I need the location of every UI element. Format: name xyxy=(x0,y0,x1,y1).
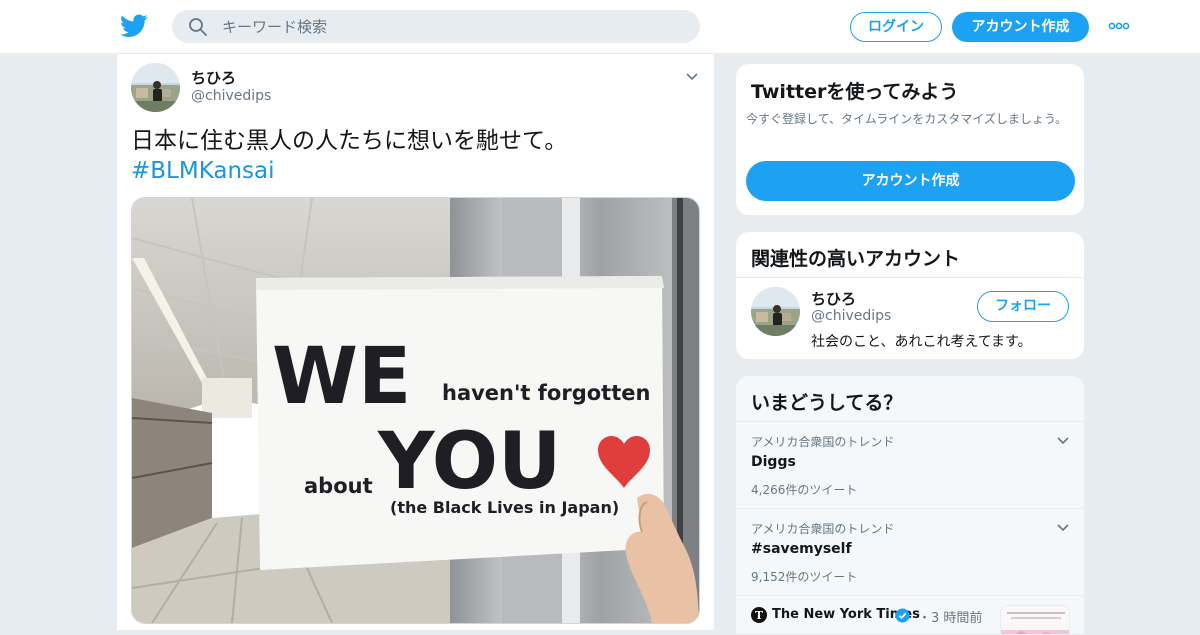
author-handle[interactable]: @chivedips xyxy=(191,88,271,104)
login-button[interactable]: ログイン xyxy=(850,12,942,42)
signup-button[interactable]: アカウント作成 xyxy=(952,12,1089,42)
search-icon xyxy=(189,18,207,36)
chevron-down-icon[interactable] xyxy=(685,72,699,82)
trend-item[interactable]: アメリカ合衆国のトレンド Diggs 4,266件のツイート xyxy=(736,421,1084,508)
news-thumbnail[interactable] xyxy=(1000,605,1070,634)
sign-text-about: about xyxy=(304,474,373,498)
create-account-button[interactable]: アカウント作成 xyxy=(746,161,1075,201)
chevron-down-icon[interactable] xyxy=(1056,523,1070,533)
sign-text-haventforgotten: haven't forgotten xyxy=(442,381,650,405)
trend-item[interactable]: アメリカ合衆国のトレンド #savemyself 9,152件のツイート xyxy=(736,508,1084,595)
hashtag-link[interactable]: #BLMKansai xyxy=(131,156,275,186)
news-item[interactable]: T The New York Times ・3 時間前 xyxy=(736,595,1084,634)
trends-title: いまどうしてる？ xyxy=(751,392,903,414)
signup-card: Twitterを使ってみよう 今すぐ登録して、タイムラインをカスタマイズしましょ… xyxy=(735,63,1085,216)
author-avatar[interactable] xyxy=(131,63,180,112)
sign-text-sub: (the Black Lives in Japan) xyxy=(390,498,619,517)
trend-context: アメリカ合衆国のトレンド xyxy=(751,522,895,536)
more-dots-icon[interactable] xyxy=(1108,20,1130,32)
related-accounts-title: 関連性の高いアカウント xyxy=(751,248,961,270)
trend-tweet-count: 9,152件のツイート xyxy=(751,570,858,584)
news-time: ・3 時間前 xyxy=(918,607,982,626)
tweet-card: ちひろ @chivedips 日本に住む黒人の人たちに想いを馳せて。 #BLMK… xyxy=(116,54,715,630)
trend-context: アメリカ合衆国のトレンド xyxy=(751,435,895,449)
related-account-avatar[interactable] xyxy=(751,287,800,336)
signup-card-description: 今すぐ登録して、タイムラインをカスタマイズしましょう。 xyxy=(746,112,1068,126)
trend-name[interactable]: Diggs xyxy=(751,454,796,470)
divider xyxy=(736,277,1084,278)
tweet-photo[interactable]: WE haven't forgotten about YOU (the Blac… xyxy=(131,197,700,624)
sign-text-we: WE xyxy=(272,332,411,422)
trend-name[interactable]: #savemyself xyxy=(751,541,852,557)
tweet-text: 日本に住む黒人の人たちに想いを馳せて。 xyxy=(131,128,568,154)
related-account-name[interactable]: ちひろ xyxy=(811,288,856,309)
signup-card-title: Twitterを使ってみよう xyxy=(751,81,959,103)
news-separator: ・ xyxy=(918,611,932,626)
search-box[interactable] xyxy=(172,10,700,43)
related-account-bio: 社会のこと、あれこれ考えてます。 xyxy=(811,334,1032,350)
top-navigation-bar: ログイン アカウント作成 xyxy=(0,0,1200,54)
trend-tweet-count: 4,266件のツイート xyxy=(751,483,858,497)
news-timestamp: 3 時間前 xyxy=(931,611,983,626)
search-input[interactable] xyxy=(222,10,682,43)
svg-text:T: T xyxy=(755,609,764,622)
trends-card: いまどうしてる？ アメリカ合衆国のトレンド Diggs 4,266件のツイート … xyxy=(735,375,1085,635)
nyt-logo-icon: T xyxy=(751,607,767,623)
twitter-logo-icon[interactable] xyxy=(120,13,148,39)
related-accounts-card: 関連性の高いアカウント ちひろ @chivedips 社会のこと、あれこれ考えて… xyxy=(735,231,1085,360)
author-name[interactable]: ちひろ xyxy=(191,67,236,88)
sign-text-you: YOU xyxy=(377,417,561,507)
verified-badge-icon xyxy=(895,608,910,623)
chevron-down-icon[interactable] xyxy=(1056,436,1070,446)
related-account-handle[interactable]: @chivedips xyxy=(811,308,891,324)
follow-button[interactable]: フォロー xyxy=(977,291,1069,322)
